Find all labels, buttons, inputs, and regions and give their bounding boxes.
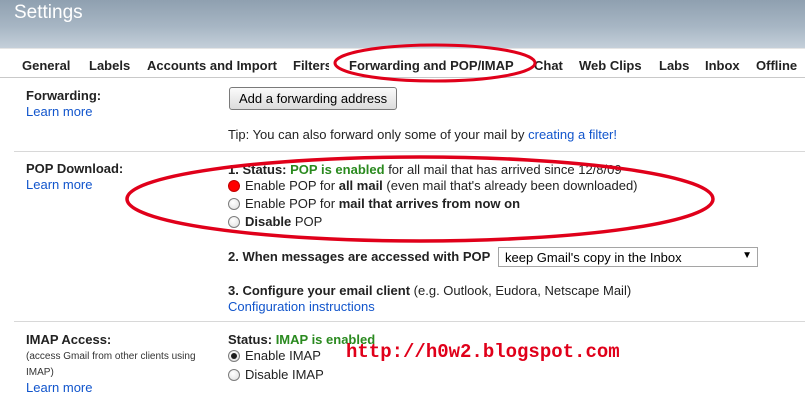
tab-forwarding[interactable]: Forwarding and POP/IMAP [349, 58, 514, 73]
pop-status-label: 1. Status: [228, 162, 287, 177]
page-title: Settings [14, 2, 83, 23]
pop-option-text: Enable POP for [245, 196, 336, 211]
tab-offline[interactable]: Offline [756, 58, 797, 73]
pop-all-mail-radio[interactable] [228, 179, 240, 192]
settings-tabs: General Labels Accounts and Import Filte… [0, 48, 805, 78]
pop-access-label: 2. When messages are accessed with POP [228, 249, 491, 264]
pop-option-bold: Disable [245, 214, 292, 229]
pop-client-suffix: (e.g. Outlook, Eudora, Netscape Mail) [413, 283, 632, 298]
pop-option-text: Enable POP for [245, 178, 336, 193]
forwarding-tip: Tip: You can also forward only some of y… [228, 127, 617, 142]
tab-inbox[interactable]: Inbox [705, 58, 740, 73]
pop-option-all-mail[interactable]: Enable POP for all mail (even mail that'… [228, 178, 638, 193]
pop-option-text: POP [294, 214, 323, 229]
pop-option-from-now-on[interactable]: Enable POP for mail that arrives from no… [228, 196, 520, 211]
pop-option-bold: all mail [338, 178, 383, 193]
pop-from-now-radio[interactable] [228, 197, 240, 210]
tab-general[interactable]: General [22, 58, 70, 73]
settings-header: Settings [0, 0, 805, 48]
pop-option-text: (even mail that's already been downloade… [386, 178, 638, 193]
pop-access-select[interactable]: keep Gmail's copy in the Inbox ▼ [498, 247, 758, 267]
tab-chat[interactable]: Chat [534, 58, 563, 73]
pop-status-suffix: for all mail that has arrived since 12/8… [388, 162, 622, 177]
imap-learn-more-link[interactable]: Learn more [26, 380, 92, 393]
create-filter-link[interactable]: creating a filter! [528, 127, 617, 142]
imap-option-label: Enable IMAP [245, 348, 321, 363]
watermark-text: http://h0w2.blogspot.com [346, 341, 620, 363]
tab-labels[interactable]: Labels [89, 58, 130, 73]
imap-status-label: Status: [228, 332, 273, 347]
pop-status: 1. Status: POP is enabled for all mail t… [228, 162, 622, 177]
imap-option-label: Disable IMAP [245, 367, 324, 382]
tab-accounts[interactable]: Accounts and Import [147, 58, 277, 73]
forwarding-section: Forwarding: Learn more Add a forwarding … [14, 79, 805, 152]
add-forwarding-address-button[interactable]: Add a forwarding address [229, 87, 398, 110]
pop-download-section: POP Download: Learn more 1. Status: POP … [14, 152, 805, 322]
pop-disable-radio[interactable] [228, 215, 240, 228]
forwarding-learn-more-link[interactable]: Learn more [26, 104, 92, 119]
tab-web-clips[interactable]: Web Clips [579, 58, 642, 73]
imap-note: (access Gmail from other clients using I… [26, 351, 196, 378]
forwarding-title: Forwarding: [26, 88, 102, 103]
imap-title: IMAP Access: [26, 332, 112, 347]
pop-status-value: POP is enabled [290, 162, 385, 177]
disable-imap-radio[interactable] [228, 368, 240, 381]
imap-option-enable[interactable]: Enable IMAP [228, 348, 321, 363]
dropdown-arrow-icon: ▼ [742, 250, 752, 261]
tab-filters[interactable]: Filters [293, 58, 329, 73]
pop-client-config: 3. Configure your email client (e.g. Out… [228, 283, 631, 298]
pop-learn-more-link[interactable]: Learn more [26, 177, 92, 192]
forwarding-tip-text: Tip: You can also forward only some of y… [228, 127, 525, 142]
pop-option-bold: mail that arrives from now on [338, 196, 521, 211]
pop-download-title: POP Download: [26, 161, 124, 176]
pop-access-value: keep Gmail's copy in the Inbox [505, 250, 682, 265]
pop-option-disable[interactable]: Disable POP [228, 214, 322, 229]
tab-labs[interactable]: Labs [659, 58, 689, 73]
enable-imap-radio[interactable] [228, 349, 240, 362]
configuration-instructions-link[interactable]: Configuration instructions [228, 299, 375, 314]
imap-option-disable[interactable]: Disable IMAP [228, 367, 324, 382]
pop-client-label: 3. Configure your email client [228, 283, 411, 298]
